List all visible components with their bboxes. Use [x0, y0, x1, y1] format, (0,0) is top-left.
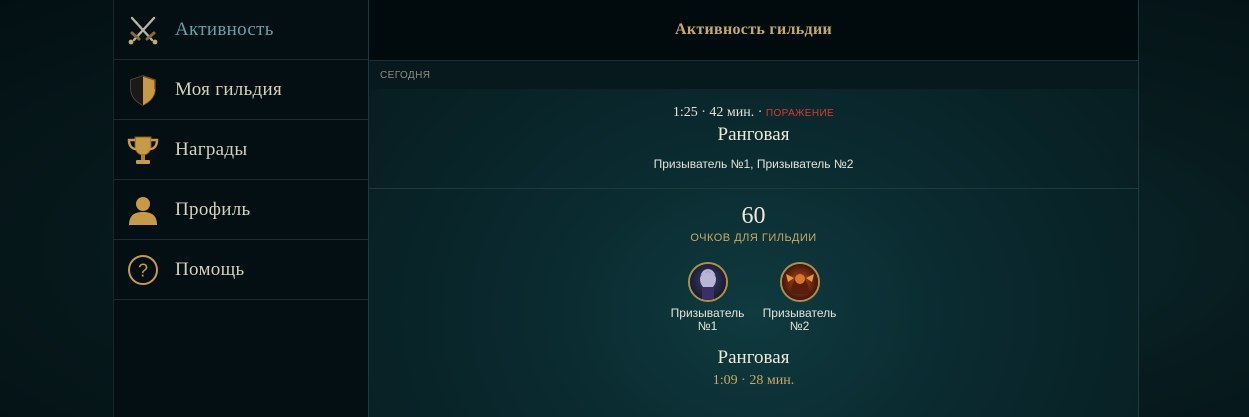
- match-players: Призыватель №1, Призыватель №2: [653, 157, 854, 171]
- sidebar-item-activity[interactable]: Активность: [114, 0, 368, 60]
- match-entry[interactable]: 60 ОЧКОВ ДЛЯ ГИЛЬДИИ Призыватель №1 Приз…: [369, 189, 1138, 389]
- activity-panel: Активность гильдии СЕГОДНЯ 1:25 · 42 мин…: [369, 0, 1139, 417]
- sidebar-item-profile[interactable]: Профиль: [114, 180, 368, 240]
- avatar[interactable]: [779, 262, 820, 302]
- guild-points-label: ОЧКОВ ДЛЯ ГИЛЬДИИ: [690, 232, 817, 244]
- sidebar-item-label: Моя гильдия: [175, 78, 283, 100]
- sidebar-item-label: Активность: [175, 18, 274, 40]
- match-result-badge: ПОРАЖЕНИЕ: [765, 108, 835, 119]
- participant[interactable]: Призыватель №2: [763, 262, 836, 333]
- svg-text:?: ?: [138, 260, 148, 280]
- match-entry[interactable]: 1:25 · 42 мин. · ПОРАЖЕНИЕ Ранговая Приз…: [369, 89, 1138, 189]
- sidebar-item-rewards[interactable]: Награды: [114, 120, 368, 180]
- participants-list: Призыватель №1 Призыватель №2: [369, 262, 1138, 333]
- day-label: СЕГОДНЯ: [369, 61, 1138, 89]
- help-icon: ?: [126, 253, 160, 287]
- match-mode: Ранговая: [717, 124, 790, 145]
- crossed-swords-icon: [126, 13, 160, 47]
- participant-name: Призыватель №1: [670, 306, 745, 333]
- participant-name: Призыватель №2: [762, 306, 837, 333]
- match-time: 1:09 · 28 мин.: [712, 373, 795, 388]
- participant[interactable]: Призыватель №1: [671, 262, 744, 333]
- page-title: Активность гильдии: [675, 21, 832, 38]
- sidebar-item-label: Помощь: [175, 258, 245, 280]
- match-time: 1:25 · 42 мин. ·: [672, 105, 763, 120]
- sidebar-item-label: Профиль: [175, 198, 251, 220]
- sidebar: Активность Моя гильдия Награды Профиль ?…: [113, 0, 369, 417]
- trophy-icon: [126, 133, 160, 167]
- guild-points-value: 60: [741, 203, 766, 229]
- sidebar-item-help[interactable]: ? Помощь: [114, 240, 368, 300]
- avatar[interactable]: [687, 262, 728, 302]
- match-meta: 1:25 · 42 мин. · ПОРАЖЕНИЕ: [369, 105, 1138, 121]
- match-mode: Ранговая: [717, 347, 790, 368]
- sidebar-item-label: Награды: [175, 138, 248, 160]
- panel-header: Активность гильдии: [369, 0, 1138, 61]
- user-icon: [126, 193, 160, 227]
- shield-icon: [126, 73, 160, 107]
- sidebar-item-my-guild[interactable]: Моя гильдия: [114, 60, 368, 120]
